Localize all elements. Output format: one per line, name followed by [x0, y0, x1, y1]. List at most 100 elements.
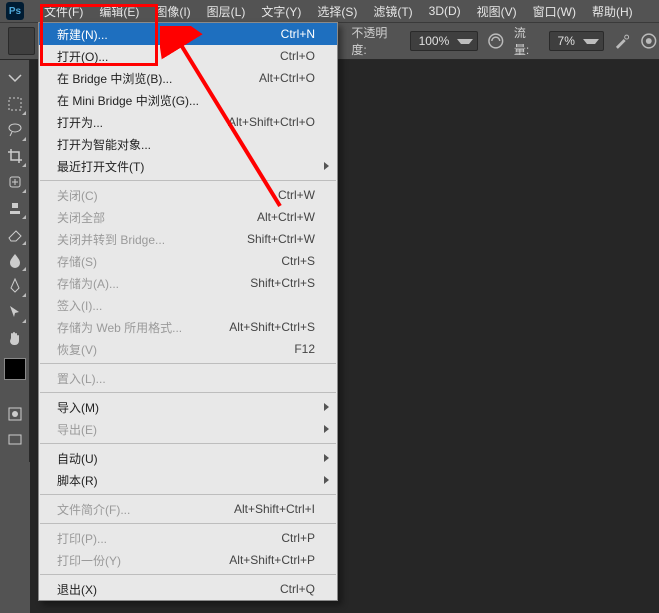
menu-type[interactable]: 文字(Y): [253, 0, 309, 23]
menu-item-label: 打开为...: [57, 114, 228, 131]
menu-item-label: 关闭全部: [57, 209, 257, 226]
chevron-down-icon: [457, 39, 473, 44]
menu-item-label: 最近打开文件(T): [57, 158, 315, 175]
marquee-tool-icon[interactable]: [3, 92, 27, 116]
menu-item-close[interactable]: 关闭(C)Ctrl+W: [39, 184, 337, 206]
stamp-tool-icon[interactable]: [3, 196, 27, 220]
menu-item-open-as[interactable]: 打开为...Alt+Shift+Ctrl+O: [39, 111, 337, 133]
menu-separator: [40, 363, 336, 364]
menu-item-open-smart[interactable]: 打开为智能对象...: [39, 133, 337, 155]
quickmask-icon[interactable]: [3, 402, 27, 426]
menu-separator: [40, 494, 336, 495]
menu-item-print-one[interactable]: 打印一份(Y)Alt+Shift+Ctrl+P: [39, 549, 337, 571]
pen-tool-icon[interactable]: [3, 274, 27, 298]
menu-help[interactable]: 帮助(H): [584, 0, 641, 23]
pressure-opacity-icon[interactable]: [486, 31, 506, 51]
chevron-down-icon: [583, 39, 599, 44]
color-swatch[interactable]: [4, 358, 26, 380]
menu-item-label: 新建(N)...: [57, 26, 281, 43]
menu-filter[interactable]: 滤镜(T): [365, 0, 420, 23]
menu-item-shortcut: Alt+Shift+Ctrl+I: [234, 502, 315, 516]
lasso-tool-icon[interactable]: [3, 118, 27, 142]
menu-item-shortcut: Ctrl+Q: [280, 582, 315, 596]
flow-field[interactable]: 7%: [549, 31, 604, 51]
menu-item-shortcut: Shift+Ctrl+S: [250, 276, 315, 290]
submenu-arrow-icon: [324, 476, 329, 484]
submenu-arrow-icon: [324, 403, 329, 411]
menu-item-label: 打印一份(Y): [57, 552, 229, 569]
menu-item-label: 在 Mini Bridge 中浏览(G)...: [57, 92, 315, 109]
menu-separator: [40, 574, 336, 575]
menu-window[interactable]: 窗口(W): [525, 0, 584, 23]
menu-layer[interactable]: 图层(L): [199, 0, 254, 23]
menu-item-exit[interactable]: 退出(X)Ctrl+Q: [39, 578, 337, 600]
menu-item-shortcut: Ctrl+W: [278, 188, 315, 202]
app-icon: Ps: [6, 2, 24, 20]
menu-item-shortcut: Ctrl+N: [281, 27, 315, 41]
airbrush-icon[interactable]: [612, 31, 632, 51]
menu-item-place[interactable]: 置入(L)...: [39, 367, 337, 389]
file-menu-dropdown: 新建(N)...Ctrl+N 打开(O)...Ctrl+O 在 Bridge 中…: [38, 22, 338, 601]
menu-separator: [40, 523, 336, 524]
menu-item-shortcut: Alt+Shift+Ctrl+P: [229, 553, 315, 567]
menu-item-browse-mini-bridge[interactable]: 在 Mini Bridge 中浏览(G)...: [39, 89, 337, 111]
menu-select[interactable]: 选择(S): [309, 0, 365, 23]
opacity-field[interactable]: 100%: [410, 31, 479, 51]
menu-item-label: 置入(L)...: [57, 370, 315, 387]
menu-item-shortcut: F12: [294, 342, 315, 356]
screenmode-icon[interactable]: [3, 428, 27, 452]
menu-separator: [40, 180, 336, 181]
menu-item-browse-bridge[interactable]: 在 Bridge 中浏览(B)...Alt+Ctrl+O: [39, 67, 337, 89]
menu-item-label: 打开为智能对象...: [57, 136, 315, 153]
tools-panel: [0, 60, 30, 462]
hand-tool-icon[interactable]: [3, 326, 27, 350]
pressure-size-icon[interactable]: [639, 31, 659, 51]
menu-item-save[interactable]: 存储(S)Ctrl+S: [39, 250, 337, 272]
menu-item-shortcut: Ctrl+P: [281, 531, 315, 545]
menu-image[interactable]: 图像(I): [147, 0, 198, 23]
menu-separator: [40, 443, 336, 444]
menu-file[interactable]: 文件(F): [36, 0, 91, 23]
menu-3d[interactable]: 3D(D): [421, 1, 469, 21]
tool-preset-icon[interactable]: [8, 27, 35, 55]
menu-item-print[interactable]: 打印(P)...Ctrl+P: [39, 527, 337, 549]
menu-item-new[interactable]: 新建(N)...Ctrl+N: [39, 23, 337, 45]
menu-view[interactable]: 视图(V): [469, 0, 525, 23]
tab-toggle-icon[interactable]: [3, 66, 27, 90]
menu-item-automate[interactable]: 自动(U): [39, 447, 337, 469]
menu-item-label: 签入(I)...: [57, 297, 315, 314]
menu-item-recent[interactable]: 最近打开文件(T): [39, 155, 337, 177]
menu-item-scripts[interactable]: 脚本(R): [39, 469, 337, 491]
menu-item-checkin[interactable]: 签入(I)...: [39, 294, 337, 316]
path-select-tool-icon[interactable]: [3, 300, 27, 324]
flow-label: 流量:: [514, 24, 541, 58]
crop-tool-icon[interactable]: [3, 144, 27, 168]
menu-item-label: 脚本(R): [57, 472, 315, 489]
menu-item-save-web[interactable]: 存储为 Web 所用格式...Alt+Shift+Ctrl+S: [39, 316, 337, 338]
healing-brush-tool-icon[interactable]: [3, 170, 27, 194]
submenu-arrow-icon: [324, 425, 329, 433]
blur-tool-icon[interactable]: [3, 248, 27, 272]
menu-item-import[interactable]: 导入(M): [39, 396, 337, 418]
menu-edit[interactable]: 编辑(E): [91, 0, 147, 23]
menu-item-revert[interactable]: 恢复(V)F12: [39, 338, 337, 360]
menu-item-label: 导入(M): [57, 399, 315, 416]
opacity-value: 100%: [415, 34, 454, 48]
flow-value: 7%: [554, 34, 579, 48]
menu-item-label: 打开(O)...: [57, 48, 280, 65]
menu-item-label: 在 Bridge 中浏览(B)...: [57, 70, 259, 87]
menu-item-close-all[interactable]: 关闭全部Alt+Ctrl+W: [39, 206, 337, 228]
menu-item-save-as[interactable]: 存储为(A)...Shift+Ctrl+S: [39, 272, 337, 294]
menu-item-label: 自动(U): [57, 450, 315, 467]
menu-item-open[interactable]: 打开(O)...Ctrl+O: [39, 45, 337, 67]
menu-item-label: 存储为 Web 所用格式...: [57, 319, 229, 336]
submenu-arrow-icon: [324, 162, 329, 170]
menu-item-shortcut: Alt+Ctrl+O: [259, 71, 315, 85]
menu-item-fileinfo[interactable]: 文件简介(F)...Alt+Shift+Ctrl+I: [39, 498, 337, 520]
menu-item-shortcut: Alt+Ctrl+W: [257, 210, 315, 224]
menu-separator: [40, 392, 336, 393]
menubar: Ps 文件(F) 编辑(E) 图像(I) 图层(L) 文字(Y) 选择(S) 滤…: [0, 0, 659, 22]
eraser-tool-icon[interactable]: [3, 222, 27, 246]
menu-item-close-bridge[interactable]: 关闭并转到 Bridge...Shift+Ctrl+W: [39, 228, 337, 250]
menu-item-export[interactable]: 导出(E): [39, 418, 337, 440]
